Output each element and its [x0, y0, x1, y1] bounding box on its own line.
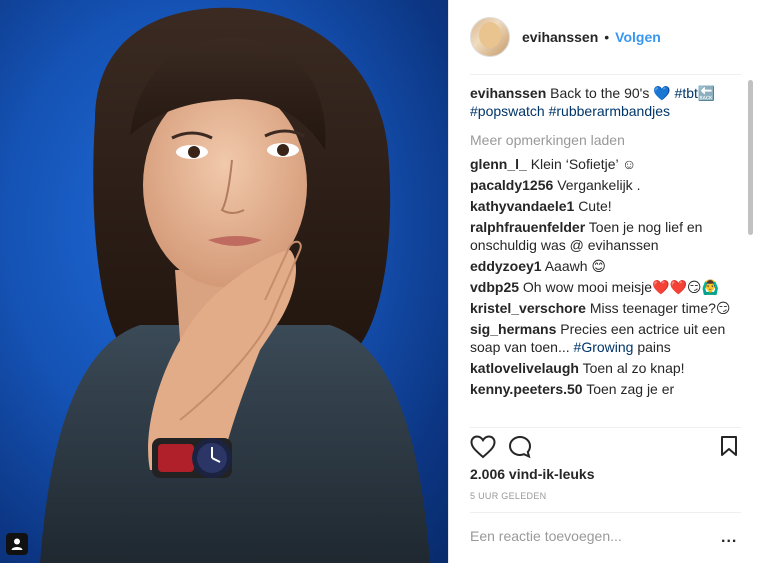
comment-item: sig_hermans Precies een actrice uit een …: [470, 320, 740, 356]
bookmark-icon[interactable]: [720, 435, 738, 462]
comment-list[interactable]: evihanssen Back to the 90's 💙 #tbt🔙 #pop…: [470, 84, 740, 427]
hashtag-link[interactable]: #Growing: [574, 339, 634, 355]
portrait-illustration: [40, 7, 430, 563]
comment-item: katlovelivelaugh Toen al zo knap!: [470, 359, 740, 377]
comment-text: Miss teenager time?😏: [589, 300, 731, 316]
divider-bottom: [470, 512, 741, 513]
comment-username[interactable]: kristel_verschore: [470, 300, 586, 316]
heart-icon[interactable]: [470, 435, 496, 464]
hashtag-link[interactable]: #rubberarmbandjes: [549, 103, 670, 119]
load-more-comments-button[interactable]: Meer opmerkingen laden: [470, 131, 740, 149]
post-photo[interactable]: [0, 0, 448, 563]
comment-username[interactable]: sig_hermans: [470, 321, 556, 337]
comment-text-tail: pains: [633, 339, 671, 355]
scrollbar-thumb[interactable]: [748, 80, 753, 235]
divider-top: [470, 74, 741, 75]
comment-item: kathyvandaele1 Cute!: [470, 197, 740, 215]
comment-item: vdbp25 Oh wow mooi meisje❤️❤️😏🙆‍♂️: [470, 278, 740, 296]
post-timestamp: 5 UUR GELEDEN: [470, 491, 547, 501]
divider-middle: [470, 427, 741, 428]
comment-username[interactable]: katlovelivelaugh: [470, 360, 579, 376]
avatar[interactable]: [470, 17, 510, 57]
action-bar: [470, 435, 741, 463]
comment-username[interactable]: pacaldy1256: [470, 177, 553, 193]
post-header: evihanssen • Volgen: [470, 16, 661, 58]
comment-item: pacaldy1256 Vergankelijk .: [470, 176, 740, 194]
caption: evihanssen Back to the 90's 💙 #tbt🔙 #pop…: [470, 84, 740, 120]
comment-item: kenny.peeters.50 Toen zag je er: [470, 380, 740, 398]
comment-text: Toen zag je er: [586, 381, 675, 397]
comment-username[interactable]: vdbp25: [470, 279, 519, 295]
likes-count[interactable]: 2.006 vind-ik-leuks: [470, 466, 595, 482]
comment-username[interactable]: kenny.peeters.50: [470, 381, 583, 397]
more-options-icon[interactable]: ...: [721, 529, 737, 547]
caption-username[interactable]: evihanssen: [470, 85, 546, 101]
comment-text: Vergankelijk .: [557, 177, 641, 193]
user-tag-icon[interactable]: [6, 533, 28, 555]
hashtag-link[interactable]: #tbt🔙: [675, 85, 716, 101]
comment-item: kristel_verschore Miss teenager time?😏: [470, 299, 740, 317]
comment-icon[interactable]: [508, 435, 532, 464]
comment-item: glenn_l_ Klein ‘Sofietje’ ☺: [470, 155, 740, 173]
comment-username[interactable]: eddyzoey1: [470, 258, 542, 274]
comments-scrollbar[interactable]: [748, 80, 753, 425]
comment-text: Klein ‘Sofietje’ ☺: [530, 156, 637, 172]
comment-username[interactable]: glenn_l_: [470, 156, 527, 172]
post-username[interactable]: evihanssen: [522, 29, 598, 45]
caption-text: Back to the 90's 💙: [550, 85, 671, 101]
comment-text: Aaawh 😊: [544, 258, 607, 274]
header-separator: •: [604, 29, 610, 45]
comment-item: eddyzoey1 Aaawh 😊: [470, 257, 740, 275]
comment-text: Oh wow mooi meisje❤️❤️😏🙆‍♂️: [522, 279, 719, 295]
comment-text: Cute!: [578, 198, 612, 214]
follow-button[interactable]: Volgen: [615, 29, 661, 45]
add-comment-input[interactable]: [470, 528, 700, 544]
hashtag-link[interactable]: #popswatch: [470, 103, 545, 119]
comment-text: Toen al zo knap!: [582, 360, 685, 376]
comment-username[interactable]: kathyvandaele1: [470, 198, 574, 214]
comment-username[interactable]: ralphfrauenfelder: [470, 219, 585, 235]
comment-item: ralphfrauenfelder Toen je nog lief en on…: [470, 218, 740, 254]
